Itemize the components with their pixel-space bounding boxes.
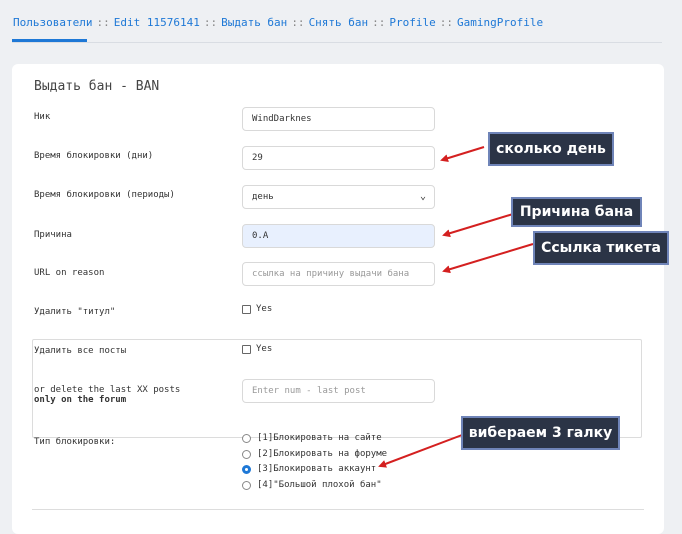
annotation-reason: Причина бана xyxy=(511,197,642,227)
arrow-days xyxy=(440,146,485,163)
arrow-reason xyxy=(442,213,514,238)
arrow-third xyxy=(378,431,471,468)
annotation-ticket: Ссылка тикета xyxy=(533,231,669,265)
annotation-third: вибераем 3 галку xyxy=(461,416,620,450)
annotation-days: сколько день xyxy=(488,132,614,166)
arrow-ticket xyxy=(442,243,534,274)
